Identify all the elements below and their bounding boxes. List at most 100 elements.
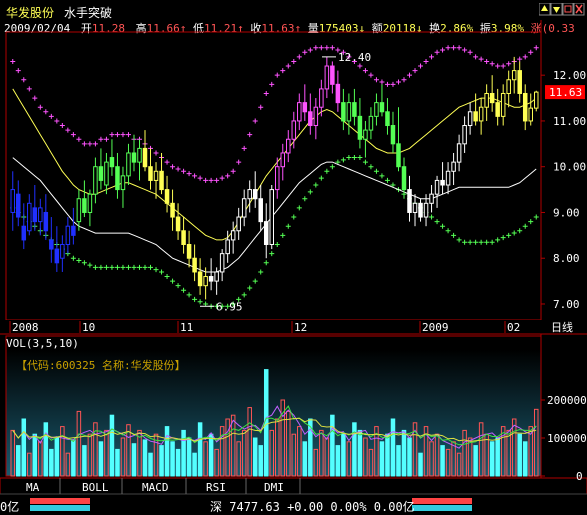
lower-channel-cross [489,239,495,245]
volume-bar [357,429,363,477]
status-down-bar [30,505,90,511]
volume-bar [109,414,115,477]
volume-bar [148,452,153,477]
upper-channel-cross [379,79,385,85]
upper-channel-cross [423,58,429,64]
lower-channel-cross [241,292,247,298]
lower-channel-cross [368,164,374,170]
lower-channel-cross [318,175,324,181]
tab-dmi[interactable]: DMI [264,481,284,494]
price-tick-label: 8.00 [553,252,580,265]
upper-channel-cross [241,145,247,151]
candle-body [98,166,104,181]
lower-channel-cross [511,230,517,236]
lower-channel-cross [456,237,462,243]
candle-body [379,102,385,113]
candle-body [71,225,76,236]
upper-channel-cross [219,175,225,181]
volume-bar [159,445,164,477]
upper-channel-cross [92,141,98,147]
upper-channel-cross [15,68,21,74]
candle-body [385,111,390,127]
candle-body [522,92,528,122]
candle-body [473,111,478,122]
volume-bar [407,437,412,477]
x-tick-label: 2008 [12,321,39,334]
upper-channel-cross [384,81,390,87]
lower-channel-cross [164,274,170,280]
candle-body [363,129,368,140]
volume-bar [390,418,396,477]
lower-channel-cross [258,269,264,275]
tab-boll[interactable]: BOLL [82,481,109,494]
candle-body [230,230,236,241]
upper-channel-cross [418,63,424,69]
volume-bar [82,445,87,477]
candle-body [76,198,82,223]
upper-channel-cross [429,54,435,60]
lower-channel-cross [302,196,308,202]
candle-body [275,166,280,191]
tab-ma[interactable]: MA [26,481,39,494]
candle-body [335,83,341,104]
candle-body [214,271,219,282]
candle-body [533,91,539,109]
upper-channel-cross [225,173,231,179]
lower-channel-cross [291,214,297,220]
lower-channel-cross [269,251,275,257]
upper-channel-cross [203,177,209,183]
lower-channel-cross [500,235,506,241]
upper-channel-cross [357,63,363,69]
candle-body [164,189,170,204]
annotation-label: 12.40 [338,51,371,64]
candle-body [467,111,473,127]
candle-body [197,271,203,287]
candle-body [137,147,142,163]
upper-channel-cross [197,175,203,181]
volume-bar [522,441,528,477]
upper-channel-cross [412,68,418,74]
upper-channel-cross [263,90,269,96]
candle-body [357,115,363,140]
upper-channel-cross [247,132,253,138]
candle-body [225,239,230,255]
lower-channel-cross [114,264,120,270]
candle-body [319,88,324,108]
price-tick-label: 7.00 [553,298,580,311]
x-tick-label: 12 [294,321,307,334]
upper-channel-cross [489,61,495,67]
tab-macd[interactable]: MACD [142,481,169,494]
index-percent: 0.00% [330,500,367,514]
lower-channel-cross [440,223,446,229]
upper-channel-cross [236,159,242,165]
upper-channel-cross [329,45,335,51]
upper-channel-cross [153,150,159,156]
upper-channel-cross [54,118,60,124]
upper-channel-cross [109,132,115,138]
candle-body [407,189,412,213]
upper-channel-cross [296,54,302,60]
candle-body [517,70,522,94]
upper-channel-cross [170,164,176,170]
volume-bar [341,433,346,477]
candle-body [308,111,313,127]
upper-channel-cross [407,72,413,78]
tab-rsi[interactable]: RSI [206,481,226,494]
upper-channel-cross [70,132,76,138]
lower-channel-cross [175,283,181,289]
volume-bar [175,448,181,477]
volume-bar [115,448,120,477]
candle-body [445,170,451,186]
lower-channel-cross [87,262,93,268]
volume-bar [98,441,104,477]
candle-body [456,143,462,163]
candle-body [451,161,456,172]
lower-channel-cross [125,264,131,270]
candle-body [302,102,308,113]
mid-line-white [12,157,537,273]
candle-body [440,179,445,186]
candle-body [27,202,32,232]
lower-channel-cross [98,264,104,270]
upper-channel-cross [307,47,313,53]
candle-body [60,243,65,259]
